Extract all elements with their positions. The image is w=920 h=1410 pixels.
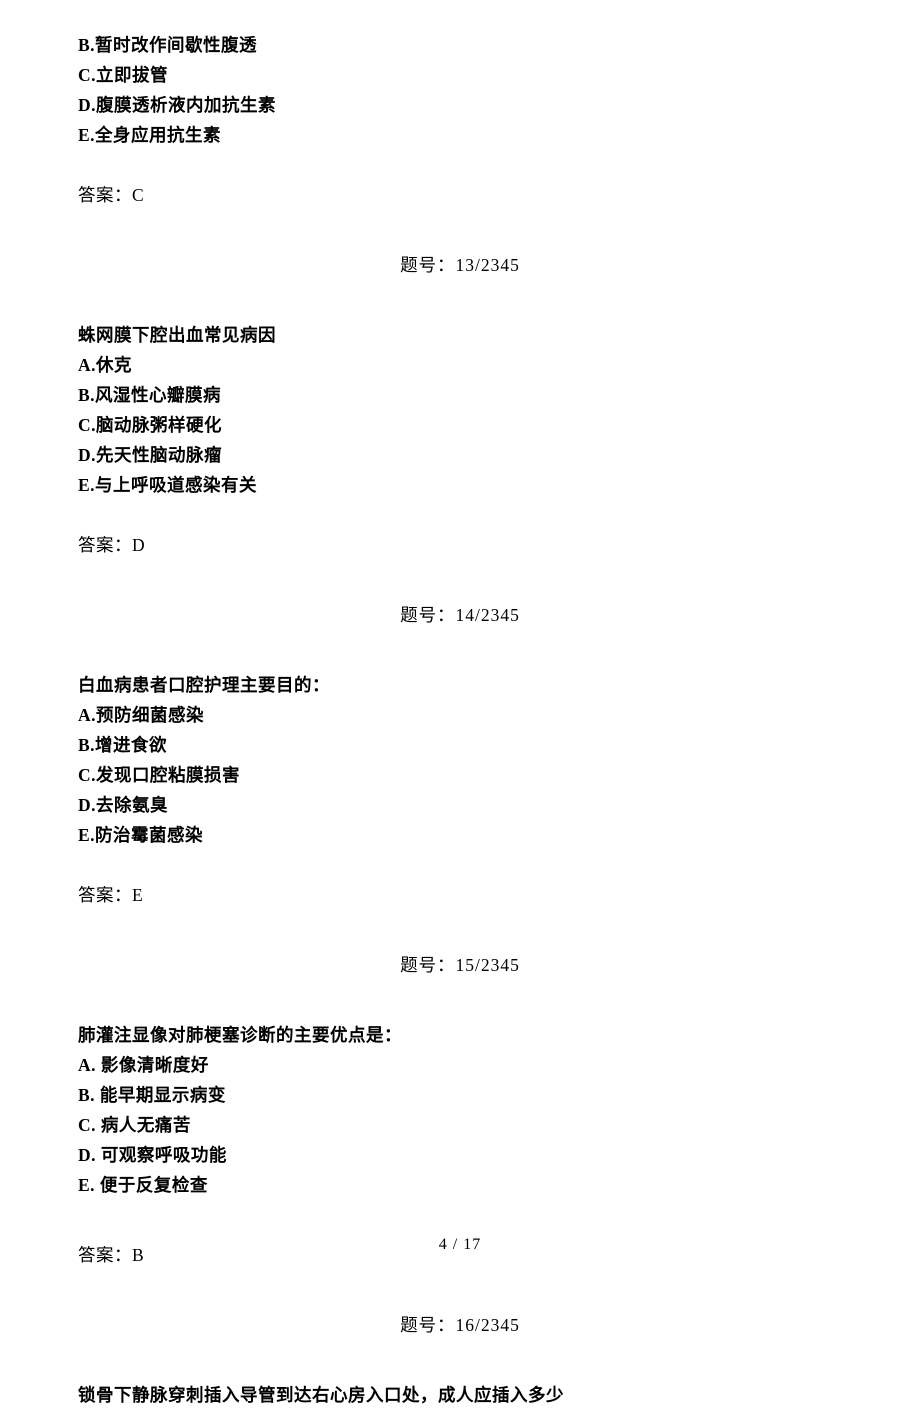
q13-option-a: A.休克 [78,350,842,380]
q15-option-c: C. 病人无痛苦 [78,1110,842,1140]
q14-option-c: C.发现口腔粘膜损害 [78,760,842,790]
q15-stem: 肺灌注显像对肺梗塞诊断的主要优点是： [78,1020,842,1050]
spacer [78,150,842,180]
q13-answer: 答案：D [78,530,842,560]
q13-stem: 蛛网膜下腔出血常见病因 [78,320,842,350]
spacer [78,1270,842,1310]
spacer [78,280,842,320]
top-answer: 答案：C [78,180,842,210]
q16-tihao: 题号：16/2345 [78,1310,842,1340]
top-option-c: C.立即拔管 [78,60,842,90]
page-container: B.暂时改作间歇性腹透 C.立即拔管 D.腹膜透析液内加抗生素 E.全身应用抗生… [0,0,920,1302]
q14-option-d: D.去除氨臭 [78,790,842,820]
q15-option-e: E. 便于反复检查 [78,1170,842,1200]
q15-option-d: D. 可观察呼吸功能 [78,1140,842,1170]
q14-option-e: E.防治霉菌感染 [78,820,842,850]
q15-option-a: A. 影像清晰度好 [78,1050,842,1080]
q14-stem: 白血病患者口腔护理主要目的： [78,670,842,700]
q16-stem: 锁骨下静脉穿刺插入导管到达右心房入口处，成人应插入多少 [78,1380,842,1410]
q14-option-b: B.增进食欲 [78,730,842,760]
spacer [78,1340,842,1380]
spacer [78,500,842,530]
spacer [78,910,842,950]
spacer [78,630,842,670]
q13-option-d: D.先天性脑动脉瘤 [78,440,842,470]
top-option-d: D.腹膜透析液内加抗生素 [78,90,842,120]
q15-option-b: B. 能早期显示病变 [78,1080,842,1110]
q13-option-b: B.风湿性心瓣膜病 [78,380,842,410]
q15-tihao: 题号：15/2345 [78,950,842,980]
q13-option-e: E.与上呼吸道感染有关 [78,470,842,500]
q14-option-a: A.预防细菌感染 [78,700,842,730]
spacer [78,560,842,600]
page-footer: 4 / 17 [0,1236,920,1254]
spacer [78,980,842,1020]
q13-option-c: C.脑动脉粥样硬化 [78,410,842,440]
top-option-e: E.全身应用抗生素 [78,120,842,150]
top-option-b: B.暂时改作间歇性腹透 [78,30,842,60]
q13-tihao: 题号：13/2345 [78,250,842,280]
spacer [78,210,842,250]
q14-answer: 答案：E [78,880,842,910]
spacer [78,1200,842,1240]
q14-tihao: 题号：14/2345 [78,600,842,630]
spacer [78,850,842,880]
